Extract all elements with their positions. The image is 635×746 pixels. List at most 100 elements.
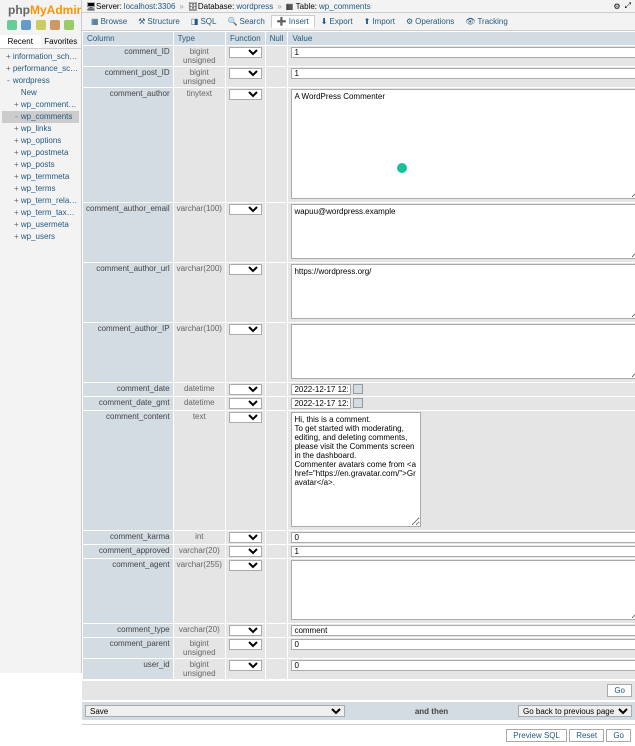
value-input[interactable] <box>291 639 635 650</box>
value-input[interactable] <box>291 398 351 409</box>
tab-import[interactable]: ⬆Import <box>359 15 400 28</box>
tree-item[interactable]: +wp_term_relationships <box>2 195 79 207</box>
logout-icon[interactable] <box>21 20 31 30</box>
field-type: varchar(100) <box>173 323 225 383</box>
tree-item[interactable]: +wp_commentmeta <box>2 99 79 111</box>
field-name: comment_type <box>83 624 174 638</box>
value-input[interactable] <box>291 47 635 58</box>
reset-button[interactable]: Reset <box>569 729 604 742</box>
function-select[interactable] <box>229 560 262 571</box>
function-select[interactable] <box>229 660 262 671</box>
gear-icon[interactable]: ⚙ <box>613 2 620 11</box>
tab-export[interactable]: ⬇Export <box>316 15 358 28</box>
function-select[interactable] <box>229 264 262 275</box>
tree-item[interactable]: +wp_term_taxonomy <box>2 207 79 219</box>
function-select[interactable] <box>229 625 262 636</box>
field-type: varchar(20) <box>173 545 225 559</box>
go-button[interactable]: Go <box>607 684 632 697</box>
value-textarea[interactable] <box>291 560 635 620</box>
function-select[interactable] <box>229 204 262 215</box>
field-type: bigint unsigned <box>173 659 225 680</box>
value-input[interactable] <box>291 532 635 543</box>
tab-browse[interactable]: ▦Browse <box>86 15 132 28</box>
tree-item[interactable]: +information_schema <box>2 51 79 63</box>
field-name: comment_agent <box>83 559 174 624</box>
tab-insert[interactable]: ➕Insert <box>271 15 315 28</box>
value-textarea[interactable] <box>291 324 635 379</box>
tree-item[interactable]: New <box>2 87 79 99</box>
header-null: Null <box>265 32 288 46</box>
tab-tracking[interactable]: 👁Tracking <box>460 15 513 28</box>
tab-sql[interactable]: ◨SQL <box>186 15 222 28</box>
field-type: varchar(20) <box>173 624 225 638</box>
value-cell <box>288 659 635 680</box>
sidebar: phpMyAdmin Recent Favorites +information… <box>0 0 82 673</box>
calendar-icon[interactable] <box>353 398 363 408</box>
field-name: comment_ID <box>83 46 174 67</box>
bottom-actions: Preview SQL Reset Go <box>82 724 635 746</box>
expand-icon[interactable]: ⤢ <box>625 1 631 11</box>
field-name: comment_author_url <box>83 263 174 323</box>
function-select[interactable] <box>229 89 262 100</box>
preview-sql-button[interactable]: Preview SQL <box>506 729 567 742</box>
function-select[interactable] <box>229 532 262 543</box>
after-action-select[interactable]: Go back to previous page <box>518 705 632 717</box>
field-name: comment_karma <box>83 531 174 545</box>
function-select[interactable] <box>229 68 262 79</box>
value-textarea[interactable]: wapuu@wordpress.example <box>291 204 635 259</box>
tab-search[interactable]: 🔍Search <box>222 15 269 28</box>
value-input[interactable] <box>291 546 635 557</box>
logo[interactable]: phpMyAdmin <box>0 0 81 20</box>
value-input[interactable] <box>291 660 635 671</box>
docs-icon[interactable] <box>36 20 46 30</box>
function-select[interactable] <box>229 47 262 58</box>
settings-icon[interactable] <box>50 20 60 30</box>
function-select[interactable] <box>229 384 262 395</box>
value-textarea[interactable]: https://wordpress.org/ <box>291 264 635 319</box>
tree-item[interactable]: +wp_postmeta <box>2 147 79 159</box>
tree-item[interactable]: +wp_termmeta <box>2 171 79 183</box>
go-bar: Go <box>82 681 635 700</box>
calendar-icon[interactable] <box>353 384 363 394</box>
save-select[interactable]: Save <box>85 705 345 717</box>
tree-item[interactable]: +wp_options <box>2 135 79 147</box>
tab-favorites[interactable]: Favorites <box>41 35 82 48</box>
tab-structure[interactable]: ⚒Structure <box>133 15 185 28</box>
null-cell <box>265 88 288 203</box>
field-row: comment_date_gmtdatetime <box>83 397 635 411</box>
value-input[interactable] <box>291 625 635 636</box>
field-row: comment_post_IDbigint unsigned <box>83 67 635 88</box>
value-input[interactable] <box>291 68 635 79</box>
value-input[interactable] <box>291 384 351 395</box>
breadcrumb-db[interactable]: wordpress <box>236 2 273 11</box>
tree-item[interactable]: +wp_users <box>2 231 79 243</box>
tab-recent[interactable]: Recent <box>0 35 41 48</box>
tree-item[interactable]: +performance_schema <box>2 63 79 75</box>
value-cell: Hi, this is a comment. To get started wi… <box>288 411 635 531</box>
go-button-bottom[interactable]: Go <box>606 729 631 742</box>
function-select[interactable] <box>229 324 262 335</box>
function-select[interactable] <box>229 412 262 423</box>
grammarly-icon[interactable] <box>397 163 407 173</box>
function-select[interactable] <box>229 639 262 650</box>
value-textarea[interactable]: Hi, this is a comment. To get started wi… <box>291 412 421 527</box>
field-row: user_idbigint unsigned <box>83 659 635 680</box>
null-cell <box>265 383 288 397</box>
tree-item[interactable]: -wordpress <box>2 75 79 87</box>
header-function: Function <box>225 32 265 46</box>
value-textarea[interactable]: A WordPress Commenter <box>291 89 635 199</box>
home-icon[interactable] <box>7 20 17 30</box>
value-cell <box>288 323 635 383</box>
function-select[interactable] <box>229 546 262 557</box>
tree-item[interactable]: +wp_terms <box>2 183 79 195</box>
value-cell <box>288 545 635 559</box>
tree-item[interactable]: +wp_links <box>2 123 79 135</box>
tab-operations[interactable]: ⚙Operations <box>401 15 459 28</box>
tree-item[interactable]: +wp_posts <box>2 159 79 171</box>
breadcrumb-server[interactable]: localhost:3306 <box>124 2 176 11</box>
tree-item[interactable]: -wp_comments <box>2 111 79 123</box>
function-select[interactable] <box>229 398 262 409</box>
breadcrumb-table[interactable]: wp_comments <box>319 2 371 11</box>
tree-item[interactable]: +wp_usermeta <box>2 219 79 231</box>
reload-icon[interactable] <box>64 20 74 30</box>
